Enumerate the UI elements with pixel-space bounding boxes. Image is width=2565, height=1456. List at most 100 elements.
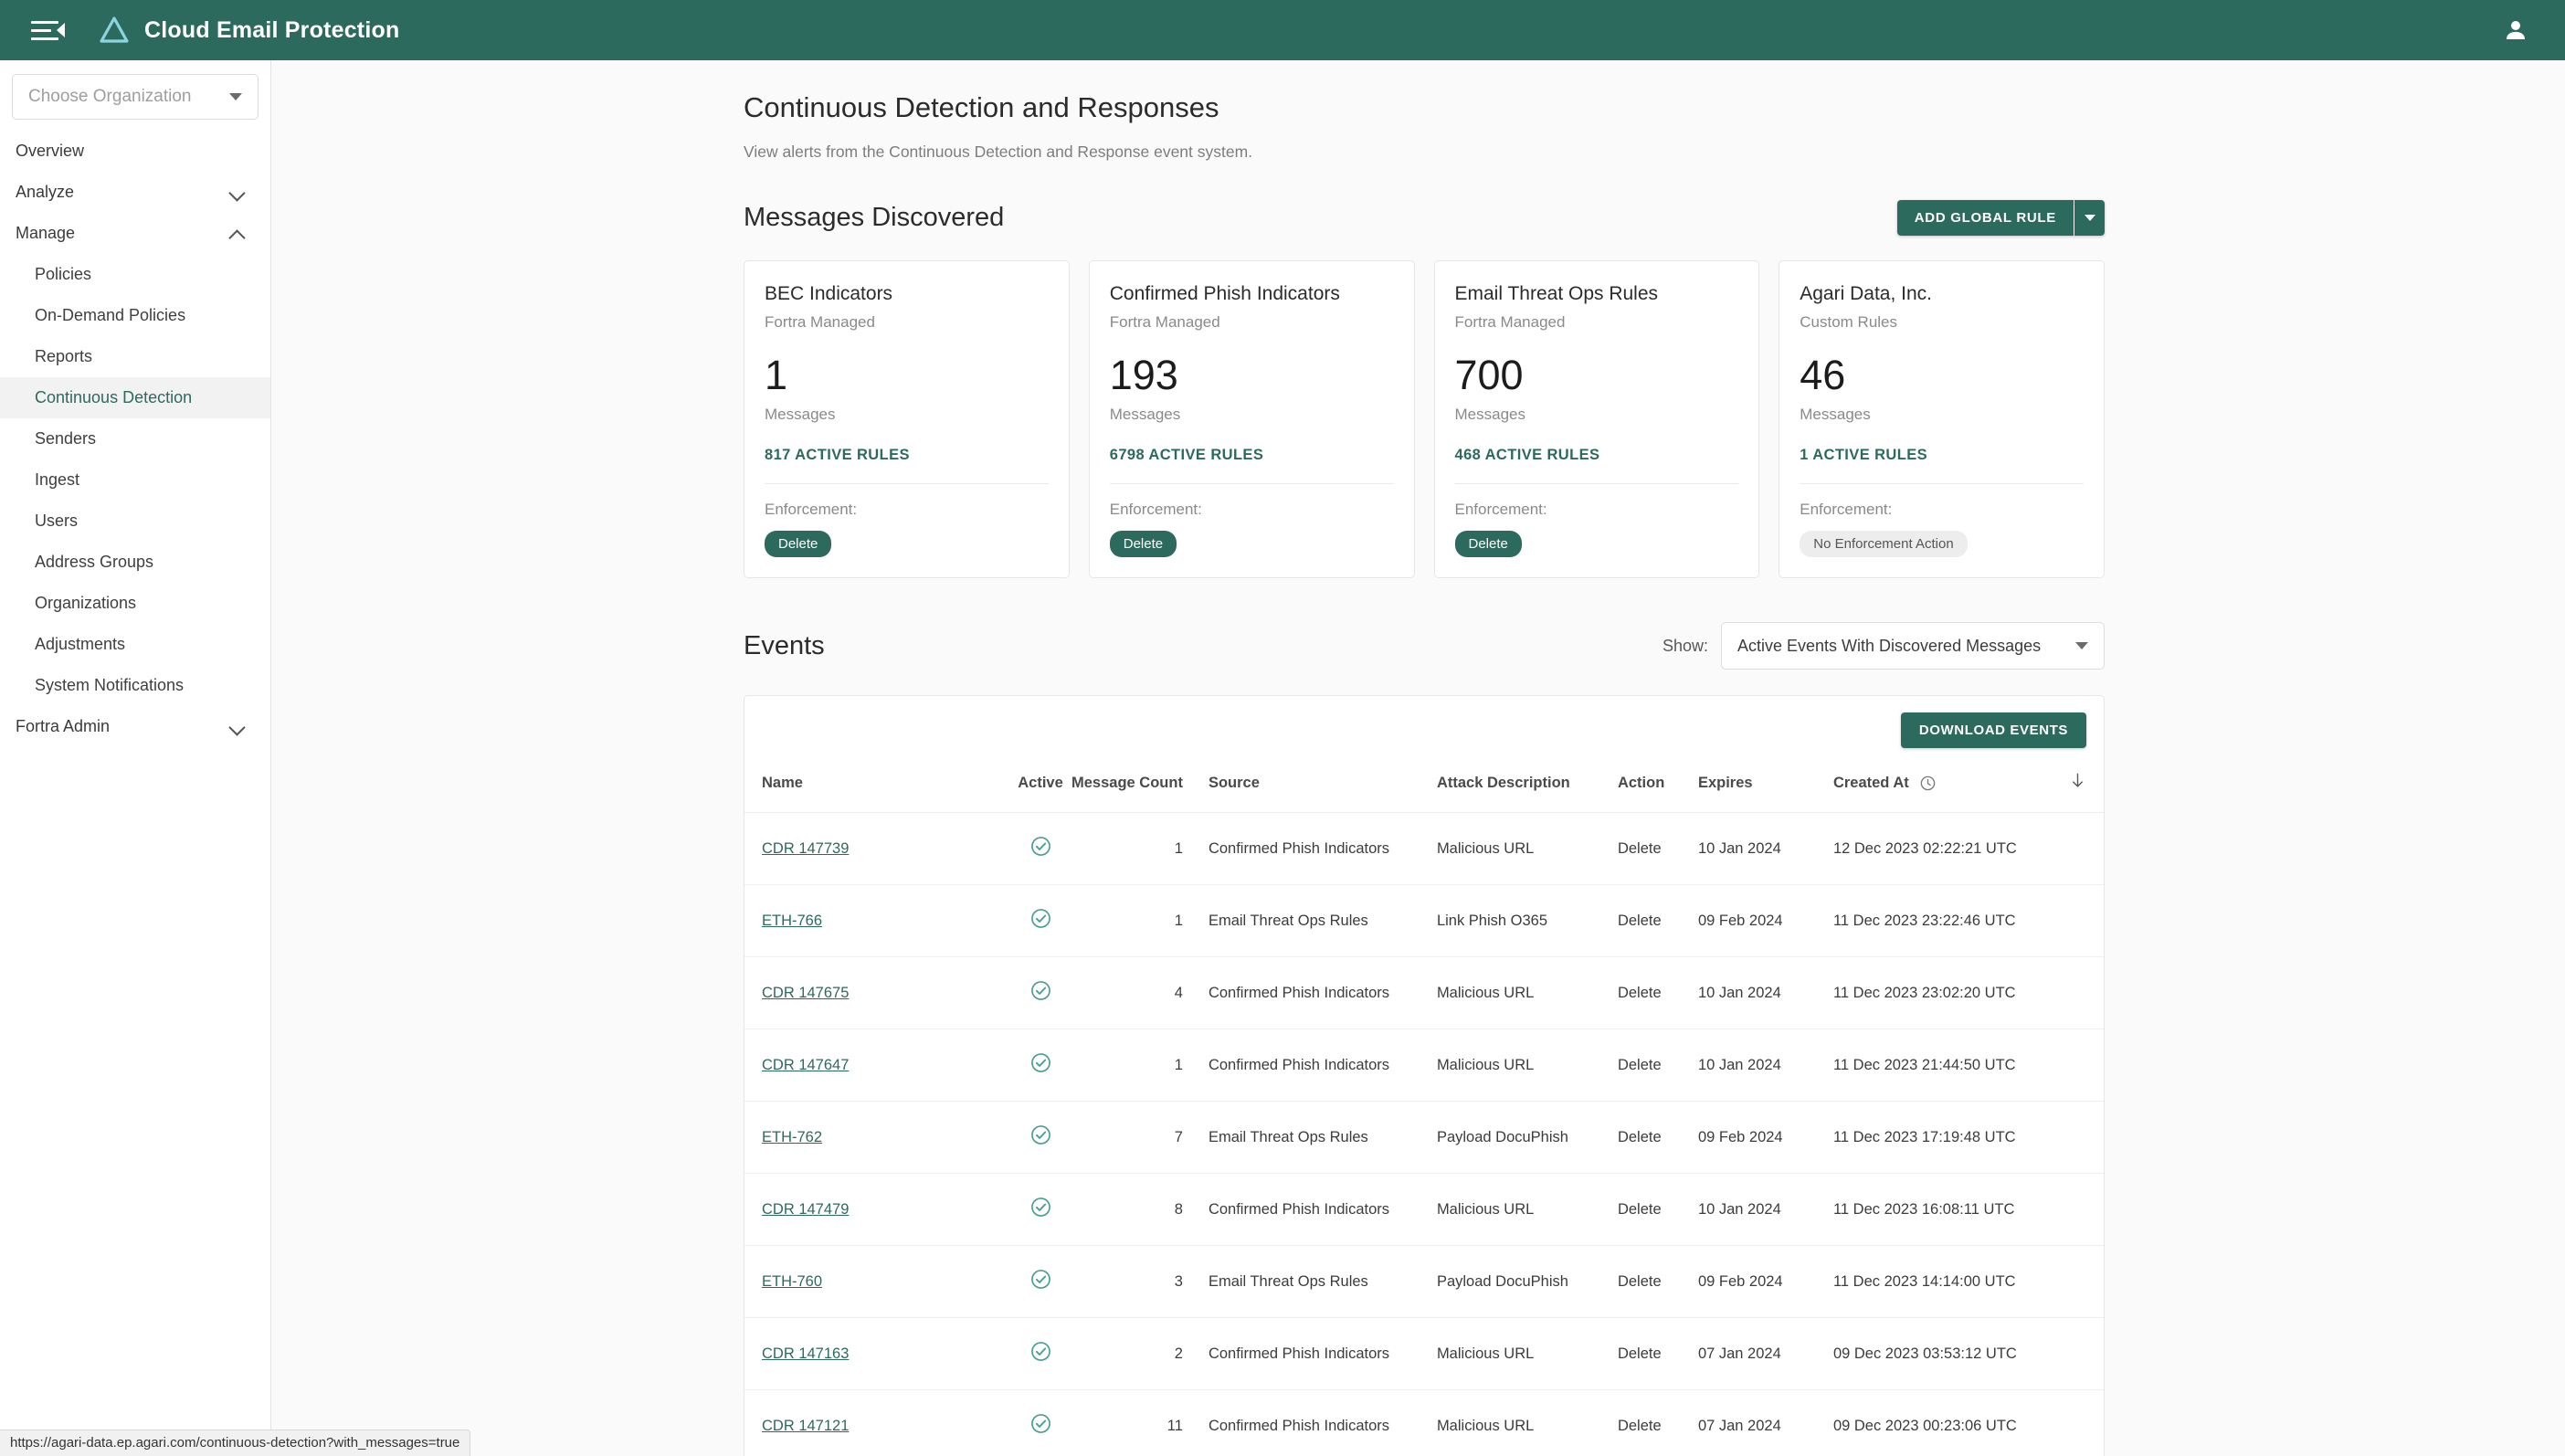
column-header-action[interactable]: Action — [1617, 764, 1698, 813]
add-global-rule-label: ADD GLOBAL RULE — [1896, 200, 2074, 236]
user-account-icon[interactable] — [2497, 12, 2534, 48]
events-table: Name Active Message Count Source Attack … — [744, 764, 2104, 1456]
column-header-created-at[interactable]: Created At — [1832, 764, 2049, 813]
column-header-expires[interactable]: Expires — [1697, 764, 1833, 813]
cell-message-count: 4 — [1071, 956, 1209, 1029]
event-name-link[interactable]: CDR 147739 — [762, 840, 849, 857]
metric-card: BEC Indicators Fortra Managed 1 Messages 817… — [744, 260, 1070, 578]
cell-created-at: 11 Dec 2023 16:08:11 UTC — [1832, 1173, 2049, 1246]
events-table-card: DOWNLOAD EVENTS Name Active Message Coun… — [744, 695, 2105, 1456]
column-header-name[interactable]: Name — [744, 764, 1009, 813]
cell-message-count: 2 — [1071, 1317, 1209, 1390]
cell-message-count: 1 — [1071, 812, 1209, 885]
cell-active — [1009, 1389, 1071, 1456]
column-header-message-count[interactable]: Message Count — [1071, 764, 1209, 813]
download-events-button[interactable]: DOWNLOAD EVENTS — [1900, 712, 2086, 748]
sidebar-item-continuous-detection[interactable]: Continuous Detection — [0, 377, 270, 418]
cell-name: CDR 147479 — [744, 1173, 1009, 1246]
cell-active — [1009, 1173, 1071, 1246]
show-filter-select[interactable]: Active Events With Discovered Messages — [1721, 622, 2105, 670]
cell-expires: 10 Jan 2024 — [1697, 956, 1833, 1029]
sidebar-item-label: Senders — [35, 429, 97, 448]
check-circle-icon — [1029, 835, 1052, 862]
add-global-rule-dropdown-toggle[interactable] — [2074, 200, 2105, 236]
event-name-link[interactable]: CDR 147121 — [762, 1418, 849, 1434]
sidebar-item-label: Continuous Detection — [35, 388, 193, 406]
chevron-down-icon — [2075, 642, 2088, 649]
event-name-link[interactable]: CDR 147163 — [762, 1345, 849, 1362]
cell-message-count: 8 — [1071, 1173, 1209, 1246]
sidebar-item-manage[interactable]: Manage — [0, 213, 270, 254]
cell-source: Confirmed Phish Indicators — [1208, 956, 1437, 1029]
metric-card-active-rules-link[interactable]: 817 ACTIVE RULES — [765, 447, 1049, 464]
cell-created-at: 11 Dec 2023 21:44:50 UTC — [1832, 1029, 2049, 1102]
add-global-rule-button[interactable]: ADD GLOBAL RULE — [1896, 200, 2105, 236]
metric-card-active-rules-link[interactable]: 1 ACTIVE RULES — [1800, 447, 2084, 464]
messages-discovered-title: Messages Discovered — [744, 203, 1005, 232]
event-name-link[interactable]: ETH-766 — [762, 913, 822, 929]
column-header-active[interactable]: Active — [1009, 764, 1071, 813]
table-row: ETH-762 7 Email Threat Ops Rules Payload Do… — [744, 1101, 2104, 1174]
sidebar-item-label: Manage — [16, 224, 76, 242]
cell-active — [1009, 1029, 1071, 1102]
event-name-link[interactable]: ETH-760 — [762, 1273, 822, 1290]
sidebar-item-organizations[interactable]: Organizations — [0, 583, 270, 624]
metric-card-enforcement-label: Enforcement: — [765, 501, 858, 518]
event-name-link[interactable]: CDR 147479 — [762, 1201, 849, 1218]
column-header-sort[interactable] — [2049, 764, 2104, 813]
cell-action: Delete — [1617, 1029, 1698, 1102]
enforcement-badge: Delete — [765, 531, 832, 557]
sidebar-item-analyze[interactable]: Analyze — [0, 172, 270, 213]
cell-expires: 10 Jan 2024 — [1697, 812, 1833, 885]
event-name-link[interactable]: CDR 147647 — [762, 1057, 849, 1073]
sidebar-item-reports[interactable]: Reports — [0, 336, 270, 377]
cell-attack-description: Malicious URL — [1436, 1317, 1618, 1390]
cell-expires: 10 Jan 2024 — [1697, 1029, 1833, 1102]
show-filter-value: Active Events With Discovered Messages — [1737, 636, 2042, 655]
sidebar-item-label: Organizations — [35, 594, 137, 612]
sidebar-item-on-demand-policies[interactable]: On-Demand Policies — [0, 295, 270, 336]
cell-action: Delete — [1617, 1245, 1698, 1318]
cell-name: CDR 147647 — [744, 1029, 1009, 1102]
sidebar-item-senders[interactable]: Senders — [0, 418, 270, 459]
cell-active — [1009, 1245, 1071, 1318]
metric-card-count-label: Messages — [1109, 406, 1181, 423]
column-header-attack-description[interactable]: Attack Description — [1436, 764, 1618, 813]
sidebar-item-address-groups[interactable]: Address Groups — [0, 542, 270, 583]
sidebar-item-adjustments[interactable]: Adjustments — [0, 624, 270, 665]
cell-attack-description: Payload DocuPhish — [1436, 1101, 1618, 1174]
hamburger-collapse-icon[interactable] — [31, 16, 66, 44]
sidebar-item-overview[interactable]: Overview — [0, 131, 270, 172]
event-name-link[interactable]: ETH-762 — [762, 1129, 822, 1145]
cell-name: ETH-762 — [744, 1101, 1009, 1174]
organization-picker[interactable]: Choose Organization — [12, 74, 259, 120]
sidebar-item-label: Adjustments — [35, 635, 126, 653]
sidebar-item-label: Fortra Admin — [16, 717, 111, 735]
cell-name: CDR 147739 — [744, 812, 1009, 885]
metric-card-subtitle: Fortra Managed — [765, 313, 875, 331]
column-header-source[interactable]: Source — [1208, 764, 1437, 813]
cell-attack-description: Malicious URL — [1436, 1173, 1618, 1246]
metric-card-title: Email Threat Ops Rules — [1454, 283, 1659, 304]
sidebar-item-fortra-admin[interactable]: Fortra Admin — [0, 706, 270, 747]
event-name-link[interactable]: CDR 147675 — [762, 985, 849, 1001]
metric-card: Confirmed Phish Indicators Fortra Managed… — [1088, 260, 1415, 578]
cell-created-at: 12 Dec 2023 02:22:21 UTC — [1832, 812, 2049, 885]
sidebar-item-users[interactable]: Users — [0, 501, 270, 542]
page-subtitle: View alerts from the Continuous Detectio… — [744, 142, 1253, 161]
cell-message-count: 1 — [1071, 884, 1209, 957]
sidebar-item-label: Users — [35, 512, 79, 530]
sidebar-item-policies[interactable]: Policies — [0, 254, 270, 295]
events-title: Events — [744, 630, 825, 660]
sidebar-item-label: On-Demand Policies — [35, 306, 186, 324]
cell-created-at: 11 Dec 2023 23:22:46 UTC — [1832, 884, 2049, 957]
metric-card-enforcement-label: Enforcement: — [1800, 501, 1893, 518]
arrow-down-icon — [2073, 773, 2083, 787]
app-header-bar: Cloud Email Protection — [0, 0, 2565, 60]
sidebar-item-ingest[interactable]: Ingest — [0, 459, 270, 501]
metric-card-active-rules-link[interactable]: 468 ACTIVE RULES — [1455, 447, 1739, 464]
cell-created-at: 11 Dec 2023 17:19:48 UTC — [1832, 1101, 2049, 1174]
metric-card-active-rules-link[interactable]: 6798 ACTIVE RULES — [1110, 447, 1394, 464]
events-header: Events Show: Active Events With Discover… — [744, 622, 2105, 670]
sidebar-item-system-notifications[interactable]: System Notifications — [0, 665, 270, 706]
